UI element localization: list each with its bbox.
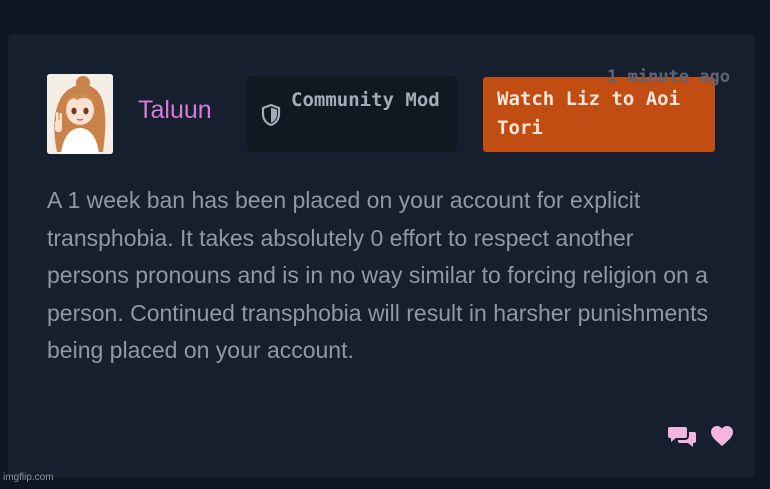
comment-card: Taluun Community Mod Watch Liz to Aoi To… xyxy=(8,34,755,478)
username[interactable]: Taluun xyxy=(138,96,212,125)
timestamp: 1 minute ago xyxy=(607,67,730,87)
shield-icon xyxy=(259,103,283,127)
role-label: Community Mod xyxy=(291,89,440,111)
comment-body: A 1 week ban has been placed on your acc… xyxy=(47,187,708,364)
heart-icon[interactable] xyxy=(710,425,734,447)
watermark: imgflip.com xyxy=(3,472,54,483)
comment-actions xyxy=(668,423,734,449)
role-badge: Community Mod xyxy=(247,76,457,152)
watch-button[interactable]: Watch Liz to Aoi Tori xyxy=(483,77,715,152)
watch-button-label: Watch Liz to Aoi Tori xyxy=(497,88,681,139)
comments-icon[interactable] xyxy=(668,424,696,448)
avatar[interactable] xyxy=(47,74,113,154)
